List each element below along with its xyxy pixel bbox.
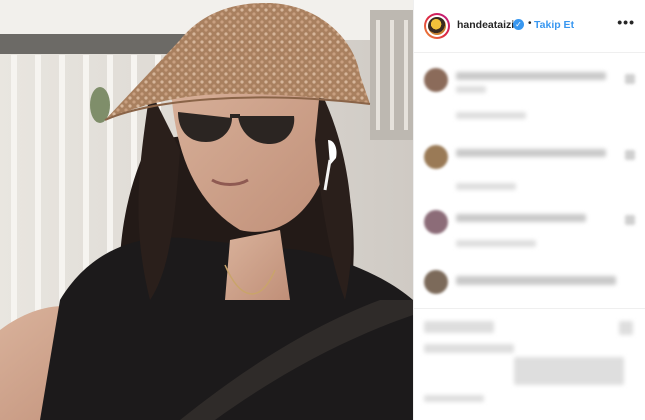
comment-avatar: [424, 270, 448, 294]
post-footer-actions: [414, 308, 645, 420]
like-comment-icon[interactable]: [625, 74, 635, 84]
header-separator: •: [528, 18, 532, 29]
comment-text-blurred: [456, 72, 606, 80]
comment-text-blurred: [456, 276, 616, 285]
more-options-icon[interactable]: •••: [617, 14, 635, 30]
instagram-post-embed: handeataizi ✓ • Takip Et •••: [0, 0, 645, 420]
action-icons-blurred[interactable]: [424, 321, 494, 333]
post-photo-image: [0, 0, 413, 420]
username-link[interactable]: handeataizi: [457, 19, 514, 31]
post-photo[interactable]: [0, 0, 413, 420]
verified-badge-icon: ✓: [513, 19, 524, 30]
comment-avatar: [424, 145, 448, 169]
follow-button[interactable]: Takip Et: [534, 19, 574, 31]
profile-avatar-icon[interactable]: [424, 13, 450, 39]
comment-text-blurred: [456, 149, 606, 157]
like-comment-icon[interactable]: [625, 215, 635, 225]
timestamp-blurred: [424, 395, 484, 402]
save-icon-blurred[interactable]: [619, 321, 633, 335]
post-side-panel: handeataizi ✓ • Takip Et •••: [413, 0, 645, 420]
comment-avatar: [424, 210, 448, 234]
comment-text-blurred: [456, 214, 586, 222]
like-comment-icon[interactable]: [625, 150, 635, 160]
post-header: handeataizi ✓ • Takip Et •••: [414, 0, 645, 53]
comment-avatar: [424, 68, 448, 92]
likes-count-blurred: [424, 344, 514, 353]
